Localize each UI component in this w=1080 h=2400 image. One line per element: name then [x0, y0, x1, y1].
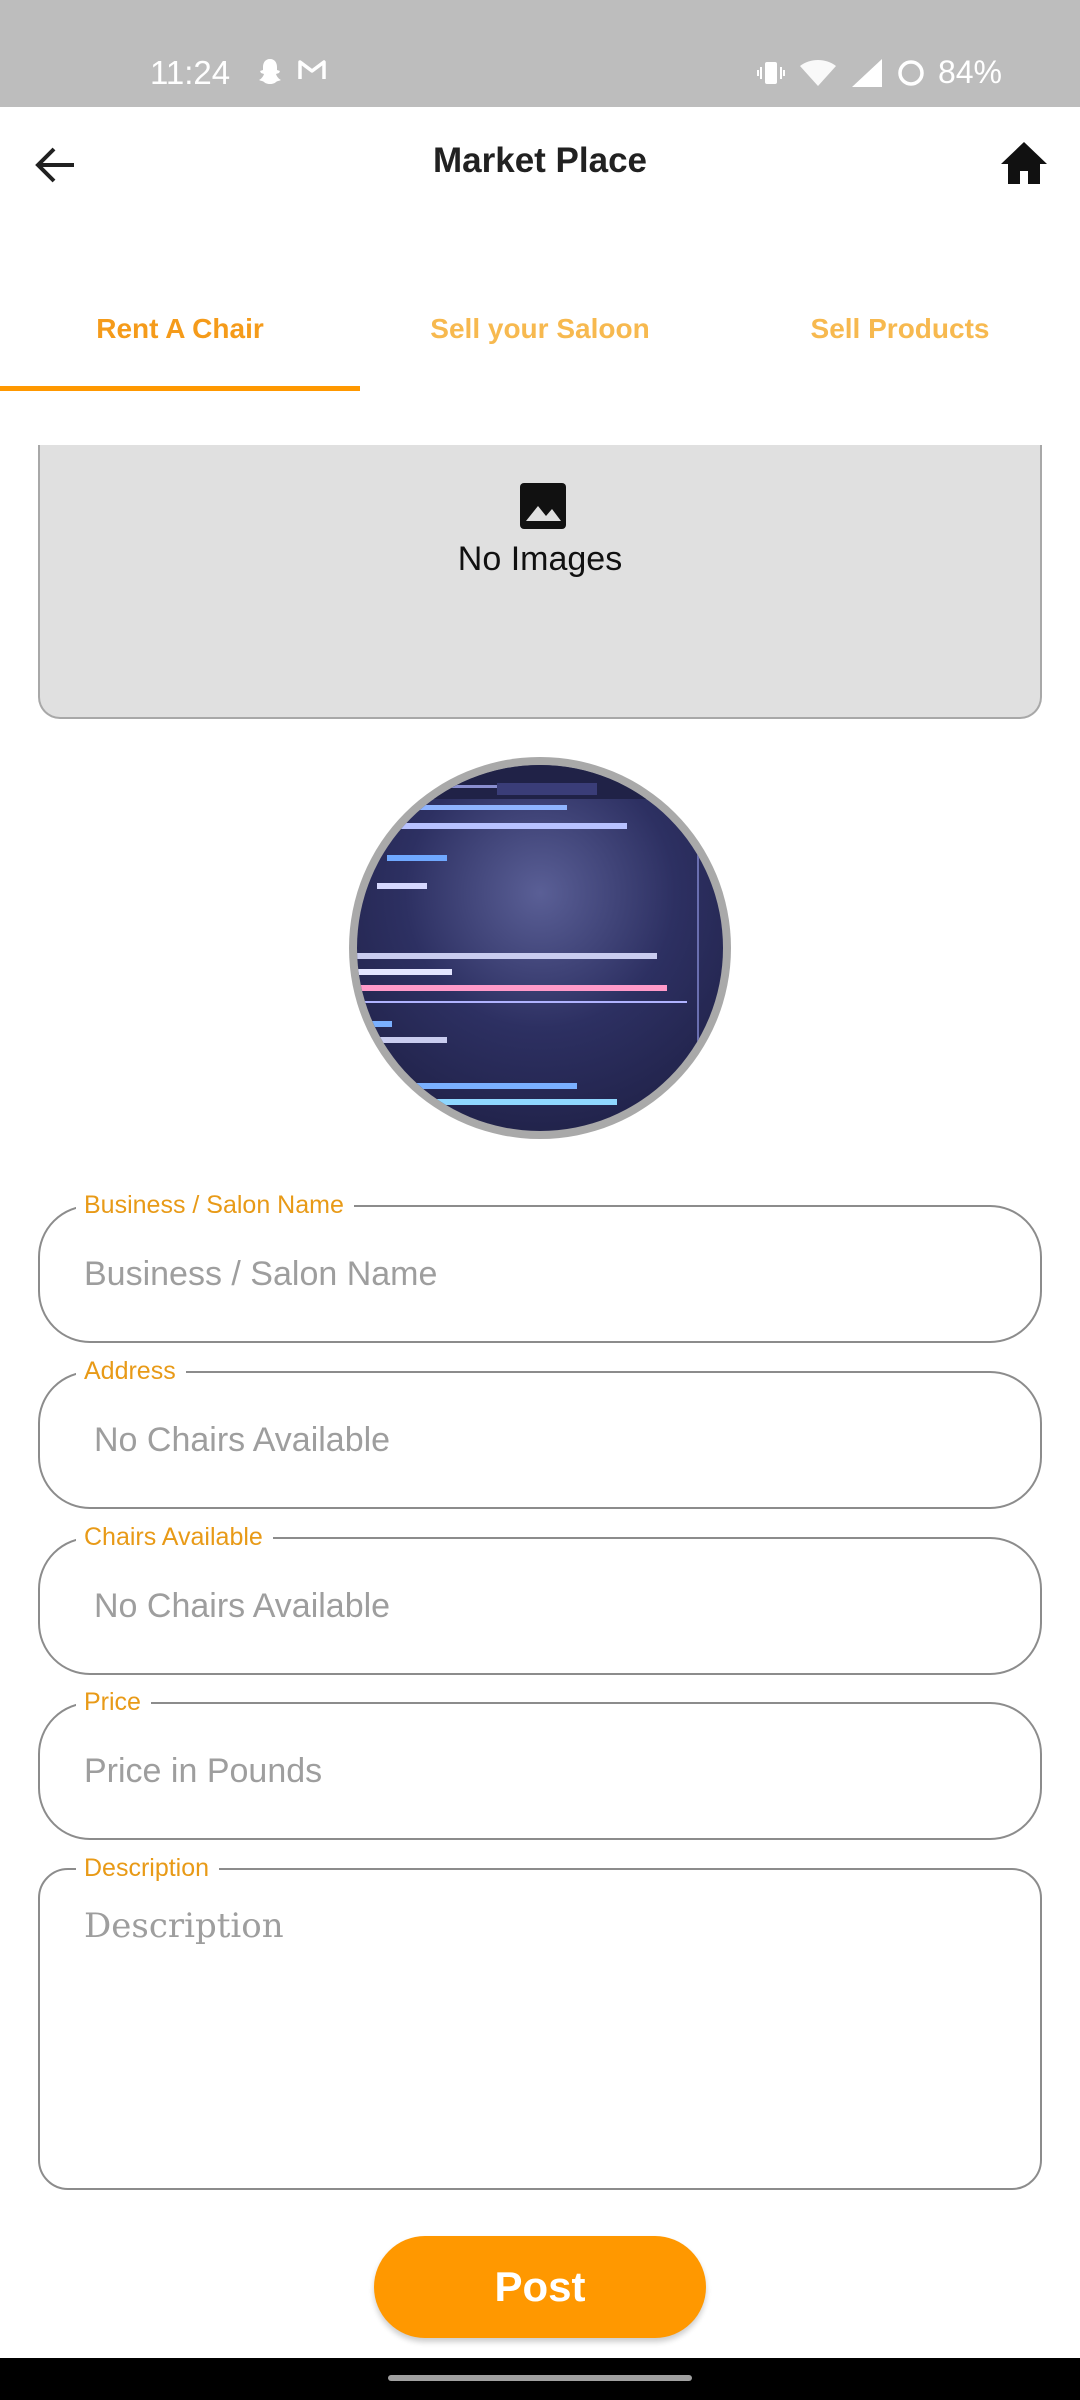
description-field[interactable]: Description Description [38, 1853, 1042, 2190]
price-field[interactable]: Price Price in Pounds [38, 1687, 1042, 1840]
gmail-icon [297, 57, 327, 90]
battery-icon [896, 58, 926, 88]
home-icon [1001, 142, 1047, 184]
page-title: Market Place [432, 141, 648, 180]
status-time: 11:24 [150, 54, 231, 91]
tab-rent-a-chair[interactable]: Rent A Chair [0, 272, 360, 386]
vibrate-icon [756, 58, 786, 88]
selected-image-photo [357, 765, 723, 1131]
wifi-icon [798, 58, 838, 88]
home-button[interactable] [996, 135, 1052, 191]
tab-bar: Rent A Chair Sell your Saloon Sell Produ… [0, 272, 1080, 392]
chairs-available-placeholder: No Chairs Available [94, 1586, 391, 1625]
system-nav-bar [0, 2358, 1080, 2400]
description-placeholder: Description [84, 1906, 284, 1946]
chairs-available-field[interactable]: Chairs Available No Chairs Available [38, 1522, 1042, 1675]
tab-indicator [0, 386, 360, 391]
address-field[interactable]: Address No Chairs Available [38, 1356, 1042, 1509]
status-bar: 11:24 84% [0, 0, 1080, 107]
app-bar: Market Place [0, 107, 1080, 217]
battery-percent: 84% [937, 54, 1002, 90]
price-placeholder: Price in Pounds [84, 1751, 323, 1790]
address-placeholder: No Chairs Available [94, 1420, 391, 1459]
business-name-placeholder: Business / Salon Name [84, 1254, 438, 1293]
screen: 11:24 84% Market Place Rent A Chair Sell… [0, 0, 1080, 2400]
selected-image-avatar[interactable] [349, 757, 731, 1139]
business-name-field[interactable]: Business / Salon Name Business / Salon N… [38, 1190, 1042, 1343]
snapchat-icon [257, 57, 283, 90]
tab-sell-your-saloon[interactable]: Sell your Saloon [360, 272, 720, 386]
description-label: Description [76, 1853, 220, 1883]
home-gesture-handle[interactable] [388, 2375, 692, 2381]
post-button[interactable]: Post [374, 2236, 706, 2338]
image-picker[interactable]: No Images [38, 445, 1042, 719]
tab-sell-products[interactable]: Sell Products [720, 272, 1080, 386]
status-notification-icons [257, 57, 327, 90]
no-images-text: No Images [457, 540, 623, 578]
signal-icon [850, 57, 884, 89]
status-system-icons: 84% [756, 54, 1002, 91]
image-icon [520, 483, 566, 529]
